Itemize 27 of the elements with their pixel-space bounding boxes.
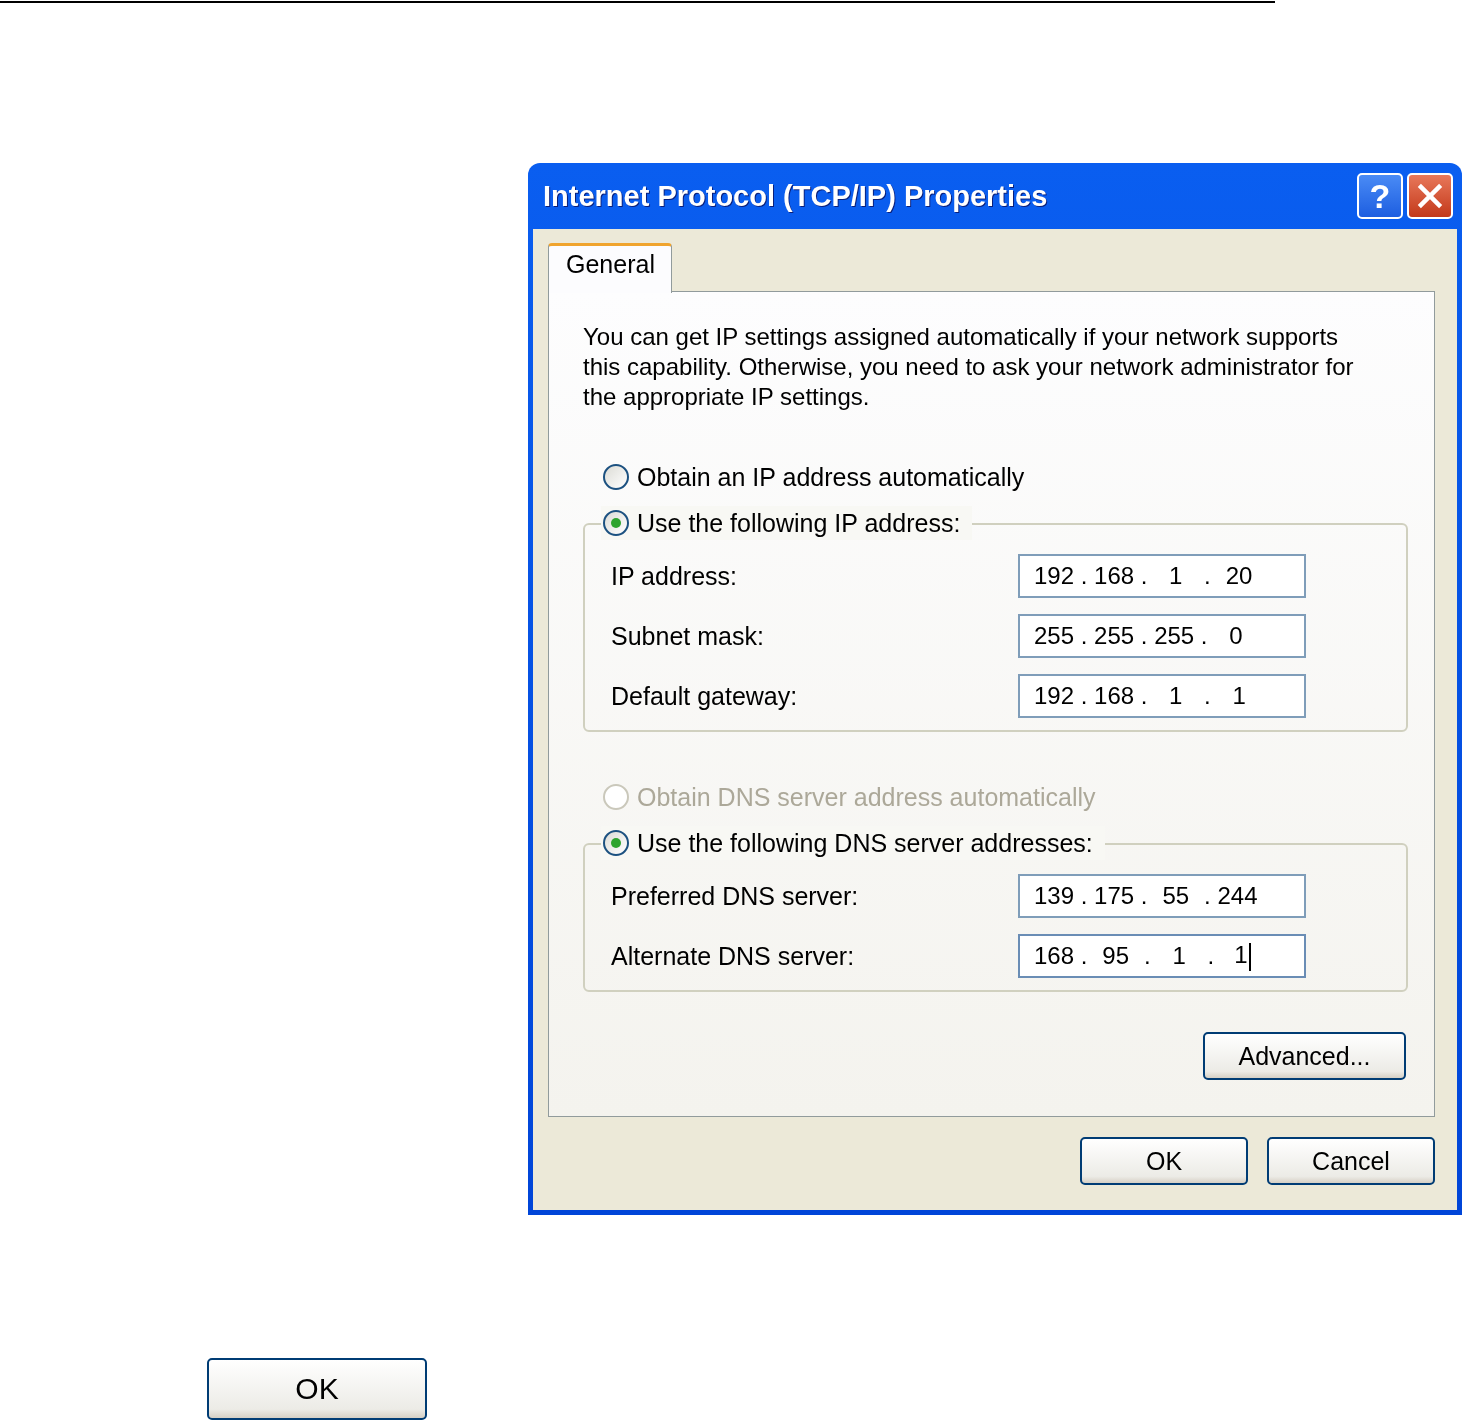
input-field[interactable]: 192 . 168 . 1 . 1 bbox=[1018, 674, 1306, 718]
radio-option[interactable]: Use the following IP address: bbox=[601, 506, 973, 540]
description-text: You can get IP settings assigned automatically if your network supports this capability. Otherwise, you need to ask your network administrator for the appropriate IP settings. bbox=[583, 322, 1355, 412]
dialog-button[interactable]: OK bbox=[1080, 1137, 1248, 1185]
field-label: IP address: bbox=[611, 561, 737, 591]
radio-button[interactable] bbox=[603, 510, 629, 536]
radio-option: Obtain DNS server address automatically bbox=[603, 780, 1408, 814]
input-field[interactable]: 168 . 95 . 1 . 1 bbox=[1018, 934, 1306, 978]
text-cursor bbox=[1248, 942, 1251, 971]
input-field[interactable]: 255 . 255 . 255 . 0 bbox=[1018, 614, 1306, 658]
window-title: Internet Protocol (TCP/IP) Properties bbox=[543, 179, 1048, 213]
close-button[interactable] bbox=[1407, 173, 1453, 219]
field-label: Default gateway: bbox=[611, 681, 798, 711]
radio-button[interactable] bbox=[603, 464, 629, 490]
close-icon bbox=[1417, 183, 1443, 209]
field-label: Alternate DNS server: bbox=[611, 941, 855, 971]
tab[interactable]: General bbox=[548, 243, 672, 293]
dialog-button[interactable]: Cancel bbox=[1267, 1137, 1435, 1185]
input-field[interactable]: 192 . 168 . 1 . 20 bbox=[1018, 554, 1306, 598]
advanced-button[interactable]: Advanced... bbox=[1203, 1032, 1406, 1080]
radio-option[interactable]: Obtain an IP address automatically bbox=[603, 460, 1408, 494]
help-button[interactable]: ? bbox=[1357, 173, 1403, 219]
input-field[interactable]: 139 . 175 . 55 . 244 bbox=[1018, 874, 1306, 918]
field-label: Preferred DNS server: bbox=[611, 881, 859, 911]
radio-button[interactable] bbox=[603, 830, 629, 856]
ok-button[interactable]: OK bbox=[207, 1358, 427, 1420]
field-label: Subnet mask: bbox=[611, 621, 764, 651]
